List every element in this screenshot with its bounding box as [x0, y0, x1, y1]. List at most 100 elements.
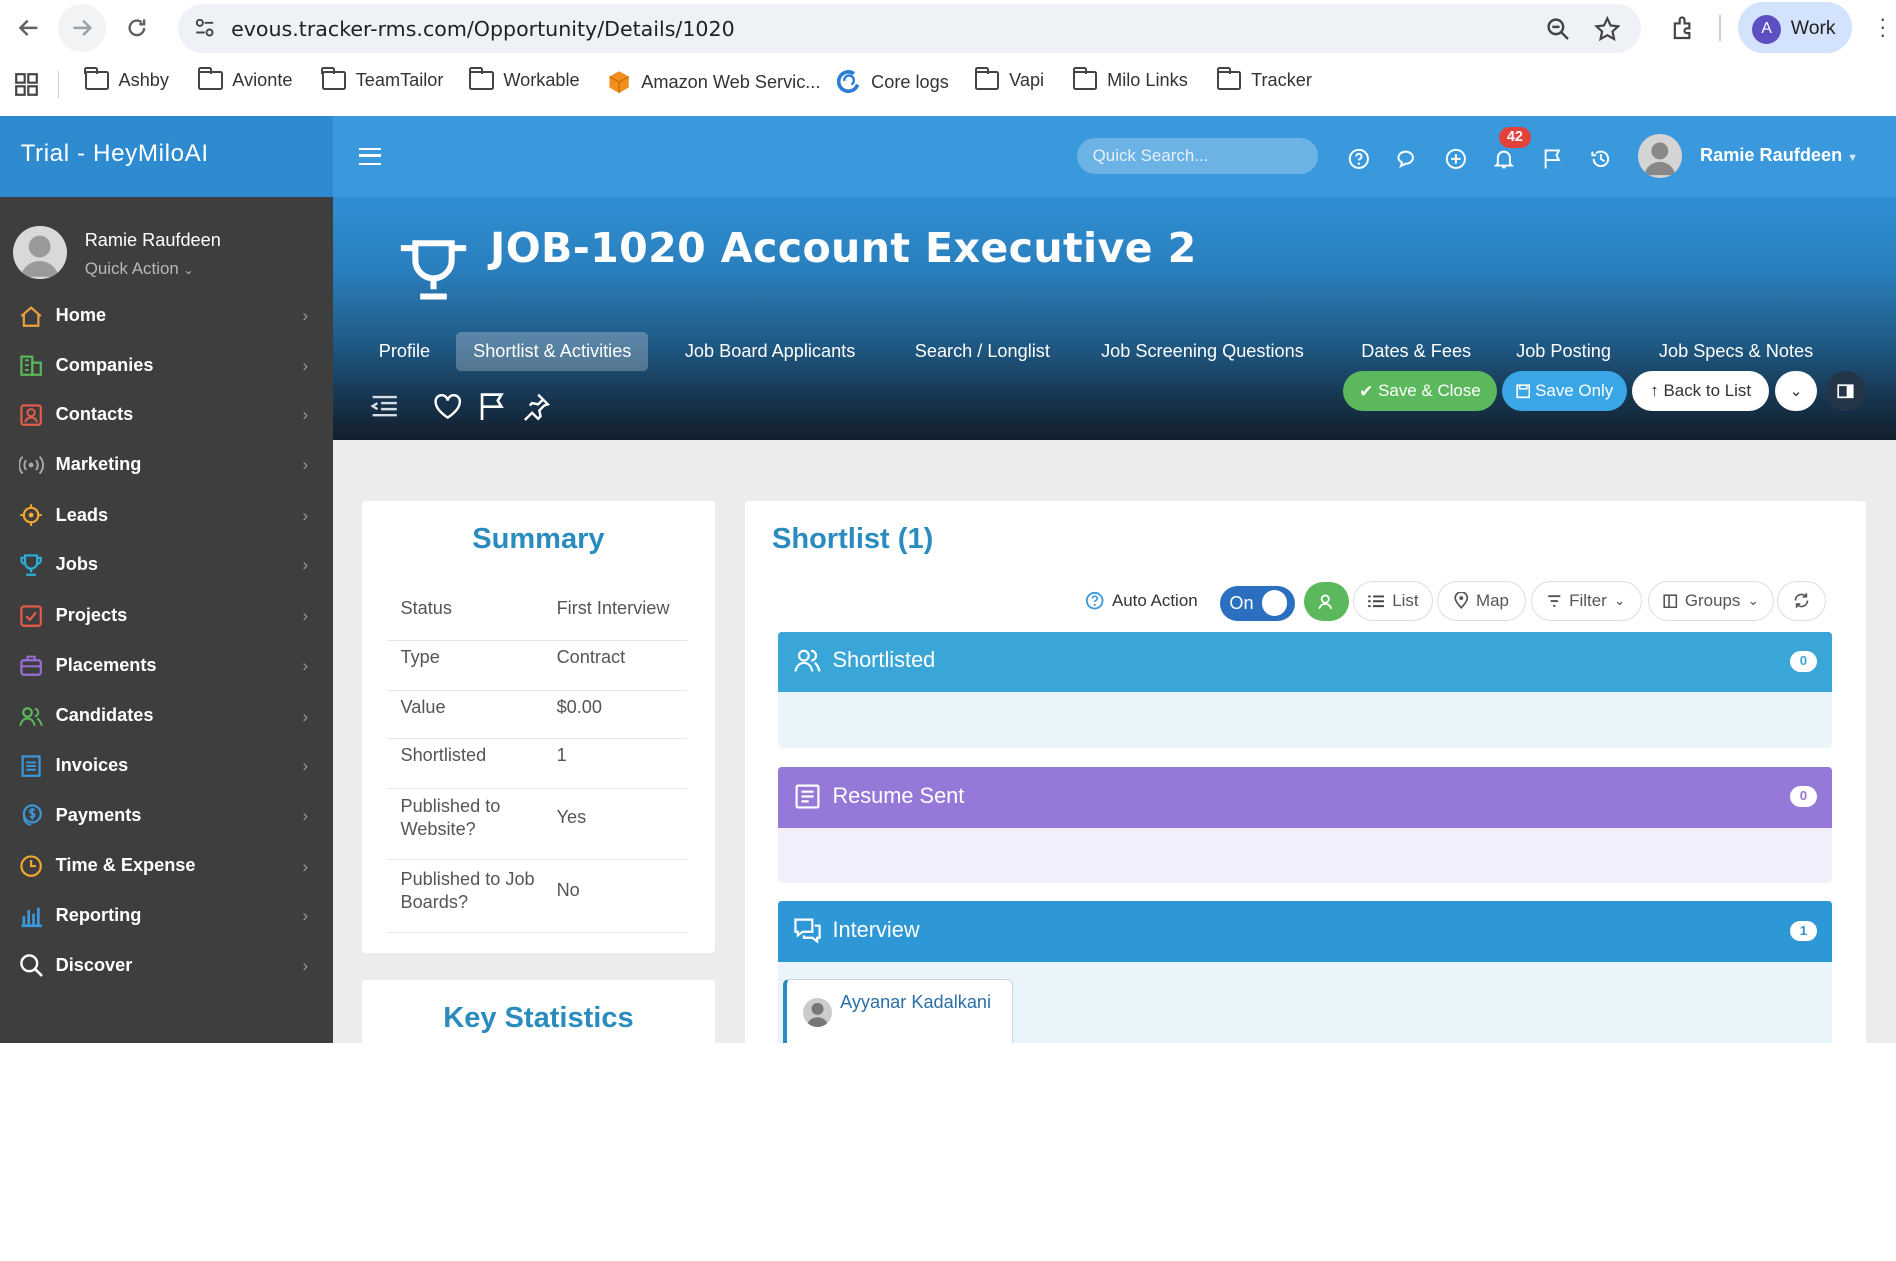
bell-icon[interactable]	[1493, 148, 1515, 170]
auto-action-toggle[interactable]: On	[1219, 585, 1295, 621]
toggle-sidepanel-button[interactable]	[1825, 371, 1866, 412]
sidebar-item-time-expense[interactable]: Time & Expense ›	[0, 841, 333, 891]
collapse-panel-icon[interactable]	[369, 391, 400, 422]
groups-button[interactable]: Groups ⌄	[1648, 580, 1774, 621]
chevron-right-icon: ›	[302, 655, 309, 675]
tab-dates-fees[interactable]: Dates & Fees	[1344, 332, 1488, 372]
sidebar-item-discover[interactable]: Discover ›	[0, 940, 333, 990]
back-icon[interactable]	[11, 10, 47, 46]
more-actions-button[interactable]: ⌄	[1775, 371, 1818, 412]
quick-action-menu[interactable]: Quick Action ⌄	[85, 259, 194, 279]
flag-icon[interactable]	[1542, 148, 1564, 170]
bookmark-milo-links[interactable]: Milo Links	[1072, 66, 1188, 91]
pin-icon[interactable]	[520, 391, 551, 422]
summary-value: 1	[556, 745, 567, 766]
help-icon[interactable]	[1348, 148, 1370, 170]
save-only-label: Save Only	[1535, 381, 1614, 401]
app-brand[interactable]: Trial - HeyMiloAI	[0, 116, 333, 198]
forward-icon[interactable]	[58, 3, 107, 53]
chevron-right-icon: ›	[302, 405, 309, 425]
bookmark-avionte[interactable]: Avionte	[198, 66, 292, 91]
sidebar-item-companies[interactable]: Companies ›	[0, 340, 333, 390]
toggle-knob	[1262, 590, 1288, 616]
toolbar-divider	[1719, 14, 1721, 42]
bookmark-aws[interactable]: Amazon Web Servic...	[607, 70, 820, 94]
history-icon[interactable]	[1590, 148, 1612, 170]
url-text[interactable]: evous.tracker-rms.com/Opportunity/Detail…	[231, 17, 735, 41]
stage-body-shortlisted	[778, 692, 1832, 748]
tab-job-board-applicants[interactable]: Job Board Applicants	[668, 332, 872, 372]
view-map-button[interactable]: Map	[1437, 580, 1526, 621]
summary-row-published-job-boards: Published to Job Boards? No	[388, 860, 688, 933]
stage-header-resume-sent[interactable]: Resume Sent 0	[778, 767, 1832, 828]
user-avatar[interactable]	[1638, 134, 1682, 178]
add-circle-icon[interactable]	[1445, 148, 1467, 170]
filter-button[interactable]: Filter ⌄	[1530, 580, 1642, 621]
contact-card-icon	[20, 404, 43, 426]
tab-shortlist-activities[interactable]: Shortlist & Activities	[456, 331, 649, 372]
view-list-button[interactable]: List	[1352, 580, 1433, 621]
save-only-button[interactable]: Save Only	[1501, 371, 1628, 412]
tab-job-posting[interactable]: Job Posting	[1499, 332, 1628, 372]
quick-action-label: Quick Action	[84, 258, 179, 278]
add-candidate-button[interactable]	[1304, 582, 1350, 621]
apps-grid-icon[interactable]	[14, 72, 39, 97]
candidate-name[interactable]: Ayyanar Kadalkani	[840, 990, 997, 1015]
stage-header-shortlisted[interactable]: Shortlisted 0	[778, 631, 1832, 693]
bookmark-teamtailor[interactable]: TeamTailor	[321, 66, 443, 91]
sidebar-item-label: Home	[55, 304, 107, 325]
sidebar-item-marketing[interactable]: Marketing ›	[0, 439, 333, 489]
sidebar-item-payments[interactable]: Payments ›	[0, 790, 333, 840]
refresh-button[interactable]	[1777, 580, 1826, 621]
bookmark-core-logs[interactable]: Core logs	[837, 70, 949, 94]
stage-count-badge: 0	[1789, 650, 1818, 672]
candidate-card[interactable]: Ayyanar Kadalkani	[782, 978, 1013, 1044]
quick-search-input[interactable]	[1076, 137, 1318, 175]
sidebar-item-projects[interactable]: Projects ›	[0, 590, 333, 640]
profile-chip[interactable]: A Work	[1737, 2, 1853, 54]
browser-menu-icon[interactable]: · · ·	[1879, 7, 1886, 46]
sidebar-item-invoices[interactable]: Invoices ›	[0, 741, 333, 791]
sidebar-item-placements[interactable]: Placements ›	[0, 640, 333, 690]
reload-icon[interactable]	[119, 10, 155, 46]
stage-header-interview[interactable]: Interview 1	[778, 901, 1832, 962]
site-settings-icon[interactable]	[195, 18, 214, 37]
bookmark-workable[interactable]: Workable	[469, 66, 580, 91]
sidebar-item-reporting[interactable]: Reporting ›	[0, 891, 333, 941]
sidebar-item-label: Companies	[55, 354, 154, 375]
sidebar-item-home[interactable]: Home ›	[0, 290, 333, 340]
tab-job-screening-questions[interactable]: Job Screening Questions	[1084, 332, 1321, 372]
sidebar-item-candidates[interactable]: Candidates ›	[0, 691, 333, 741]
extensions-icon[interactable]	[1670, 15, 1697, 42]
hamburger-menu-icon[interactable]	[359, 147, 382, 165]
bookmarks-bar: Ashby Avionte TeamTailor Workable Amazon…	[0, 58, 1896, 114]
user-add-icon	[1318, 594, 1333, 609]
bookmark-star-icon[interactable]	[1593, 15, 1621, 43]
aws-cube-icon	[609, 71, 630, 94]
floppy-icon	[1516, 384, 1530, 399]
tab-search-longlist[interactable]: Search / Longlist	[898, 332, 1067, 372]
heart-icon[interactable]	[432, 391, 463, 422]
user-menu[interactable]: Ramie Raufdeen ▼	[1700, 145, 1858, 166]
bookmark-tracker[interactable]: Tracker	[1216, 66, 1312, 91]
zoom-icon[interactable]	[1545, 16, 1572, 43]
chevron-right-icon: ›	[302, 606, 309, 626]
invoice-icon	[21, 755, 42, 777]
address-bar[interactable]: evous.tracker-rms.com/Opportunity/Detail…	[177, 3, 1641, 54]
save-close-button[interactable]: ✔ Save & Close	[1343, 371, 1497, 412]
job-header: JOB-1020 Account Executive 2 Profile Sho…	[332, 197, 1896, 441]
sidebar-user-name: Ramie Raufdeen	[84, 229, 221, 250]
folder-icon	[321, 66, 347, 91]
flag-icon[interactable]	[476, 391, 507, 422]
sidebar-item-leads[interactable]: Leads ›	[0, 490, 333, 540]
sidebar-avatar	[13, 226, 67, 280]
tab-profile[interactable]: Profile	[362, 332, 447, 372]
bookmark-vapi[interactable]: Vapi	[974, 66, 1044, 91]
auto-action-label: Auto Action	[1085, 581, 1198, 621]
bookmark-ashby[interactable]: Ashby	[84, 66, 169, 91]
sidebar-item-contacts[interactable]: Contacts ›	[0, 390, 333, 440]
back-to-list-button[interactable]: ↑ Back to List	[1632, 371, 1769, 412]
sidebar-item-jobs[interactable]: Jobs ›	[0, 540, 333, 590]
chat-icon[interactable]	[1396, 148, 1418, 170]
tab-job-specs-notes[interactable]: Job Specs & Notes	[1642, 332, 1830, 372]
